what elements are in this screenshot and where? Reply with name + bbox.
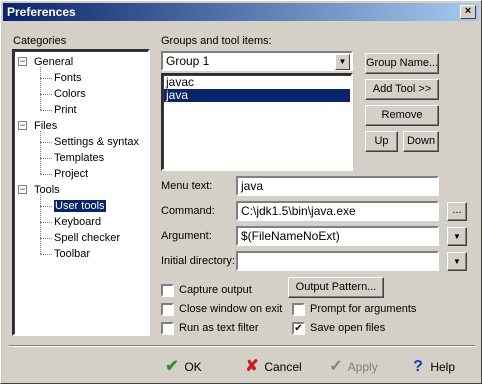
tree-item-keyboard[interactable]: Keyboard [54,215,101,229]
add-tool-button[interactable]: Add Tool >> [365,79,439,100]
tree-connector [40,195,41,254]
browse-button[interactable]: ... [447,202,467,221]
tree-item-project[interactable]: Project [54,167,88,181]
group-name-button[interactable]: Group Name... [365,53,439,74]
command-label: Command: [161,205,215,217]
ok-button[interactable]: ✔ OK [163,355,202,379]
argument-menu-button[interactable]: ▼ [447,227,467,246]
remove-button[interactable]: Remove [365,105,439,126]
tree-connector [40,67,41,110]
tree-connector [40,142,52,143]
close-button[interactable]: × [460,5,476,19]
tree-expander-icon[interactable]: − [18,121,27,130]
apply-button-label: Apply [347,360,378,374]
tree-item-tools[interactable]: Tools [34,183,60,197]
down-button-label: Down [406,135,436,147]
tree-item-colors[interactable]: Colors [54,87,86,101]
output-pattern-button-label: Output Pattern... [295,281,377,293]
list-item[interactable]: java [164,89,350,102]
tree-expander-icon[interactable]: − [18,57,27,66]
tree-item-user-tools[interactable]: User tools [54,199,106,213]
remove-button-label: Remove [381,109,423,121]
run-as-filter-checkbox[interactable] [161,322,174,335]
tree-item-spell-checker[interactable]: Spell checker [54,231,120,245]
argument-input[interactable]: $(FileNameNoExt) [236,226,439,246]
add-tool-button-label: Add Tool >> [372,83,432,95]
tree-connector [40,94,52,95]
output-pattern-button[interactable]: Output Pattern... [288,277,384,298]
initial-directory-menu-button[interactable]: ▼ [447,252,467,271]
tree-item-fonts[interactable]: Fonts [54,71,82,85]
group-select-value: Group 1 [166,54,210,68]
save-open-files-checkbox[interactable]: ✔ [292,322,305,335]
tree-item-settings-syntax[interactable]: Settings & syntax [54,135,139,149]
tree-connector [40,174,52,175]
tree-connector [40,158,52,159]
tree-connector [40,78,52,79]
help-button-label: Help [430,360,456,374]
up-button[interactable]: Up [365,131,398,152]
tree-connector [40,110,52,111]
run-as-filter-label[interactable]: Run as text filter [179,322,258,334]
preferences-dialog: Preferences × Categories − General Fonts Co… [0,0,482,384]
cancel-button[interactable]: ✘ Cancel [243,355,302,379]
capture-output-label[interactable]: Capture output [179,284,252,296]
tree-connector [40,206,52,207]
tool-items-list[interactable]: javac java [161,73,353,171]
tree-expander-icon[interactable]: − [18,185,27,194]
chevron-down-icon[interactable]: ▼ [335,54,350,70]
checkmark-icon: ✔ [294,323,303,334]
checkmark-icon: ✔ [165,358,179,375]
tree-item-print[interactable]: Print [54,103,77,117]
tree-item-templates[interactable]: Templates [54,151,104,165]
tree-connector [40,131,41,174]
prompt-arguments-checkbox[interactable] [292,303,305,316]
command-input[interactable]: C:\jdk1.5\bin\java.exe [236,201,439,221]
initial-directory-label: Initial directory: [161,255,235,267]
categories-label: Categories [13,35,67,47]
help-button[interactable]: ? Help [409,355,455,379]
capture-output-checkbox[interactable] [161,284,174,297]
footer-separator [9,345,475,347]
group-name-button-label: Group Name... [366,57,439,69]
x-icon: ✘ [245,358,259,375]
down-button[interactable]: Down [403,131,439,152]
check-icon: ✓ [329,358,343,375]
question-icon: ? [413,358,423,375]
chevron-down-icon: ▼ [453,232,461,241]
tree-connector [40,222,52,223]
argument-label: Argument: [161,230,212,242]
tree-connector [40,238,52,239]
close-window-checkbox[interactable] [161,303,174,316]
tree-item-toolbar[interactable]: Toolbar [54,247,90,261]
window-title: Preferences [7,5,76,19]
tree-item-files[interactable]: Files [34,119,57,133]
list-item[interactable]: javac [164,76,350,89]
group-select[interactable]: Group 1 ▼ [161,51,353,71]
apply-button[interactable]: ✓ Apply [327,355,378,379]
menu-text-label: Menu text: [161,180,213,192]
groups-label: Groups and tool items: [161,35,272,47]
save-open-files-label[interactable]: Save open files [310,322,385,334]
categories-tree[interactable]: − General Fonts Colors Print − Files Settings &… [12,49,150,336]
ok-button-label: OK [184,360,202,374]
title-bar[interactable]: Preferences × [3,3,479,21]
cancel-button-label: Cancel [264,360,302,374]
up-button-label: Up [374,135,389,147]
close-window-label[interactable]: Close window on exit [179,303,282,315]
tree-connector [40,254,52,255]
menu-text-input[interactable]: java [236,176,439,196]
browse-button-label: ... [452,204,462,216]
initial-directory-input[interactable] [236,251,439,271]
prompt-arguments-label[interactable]: Prompt for arguments [310,303,416,315]
close-icon: × [464,5,472,17]
chevron-down-icon: ▼ [453,257,461,266]
